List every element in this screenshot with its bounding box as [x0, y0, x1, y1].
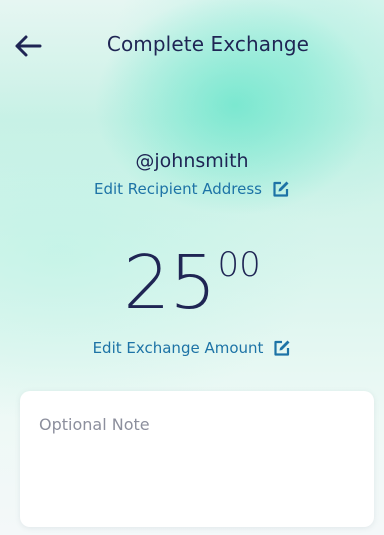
edit-amount-label: Edit Exchange Amount	[92, 339, 264, 357]
recipient-handle: @johnsmith	[135, 150, 249, 172]
edit-recipient-address-link[interactable]: Edit Recipient Address	[0, 180, 384, 198]
amount-minor: 00	[217, 245, 261, 285]
edit-icon	[273, 181, 289, 197]
amount-major: 25	[123, 240, 216, 326]
edit-icon	[274, 340, 290, 356]
edit-recipient-label: Edit Recipient Address	[93, 180, 263, 198]
optional-note-input[interactable]	[20, 391, 374, 527]
exchange-amount: 25 00	[0, 246, 384, 320]
edit-exchange-amount-link[interactable]: Edit Exchange Amount	[0, 339, 384, 357]
page-title: Complete Exchange	[106, 32, 310, 56]
header: Complete Exchange	[0, 0, 384, 90]
optional-note-card	[20, 391, 374, 527]
complete-exchange-screen: Complete Exchange @johnsmith Edit Recipi…	[0, 0, 384, 535]
